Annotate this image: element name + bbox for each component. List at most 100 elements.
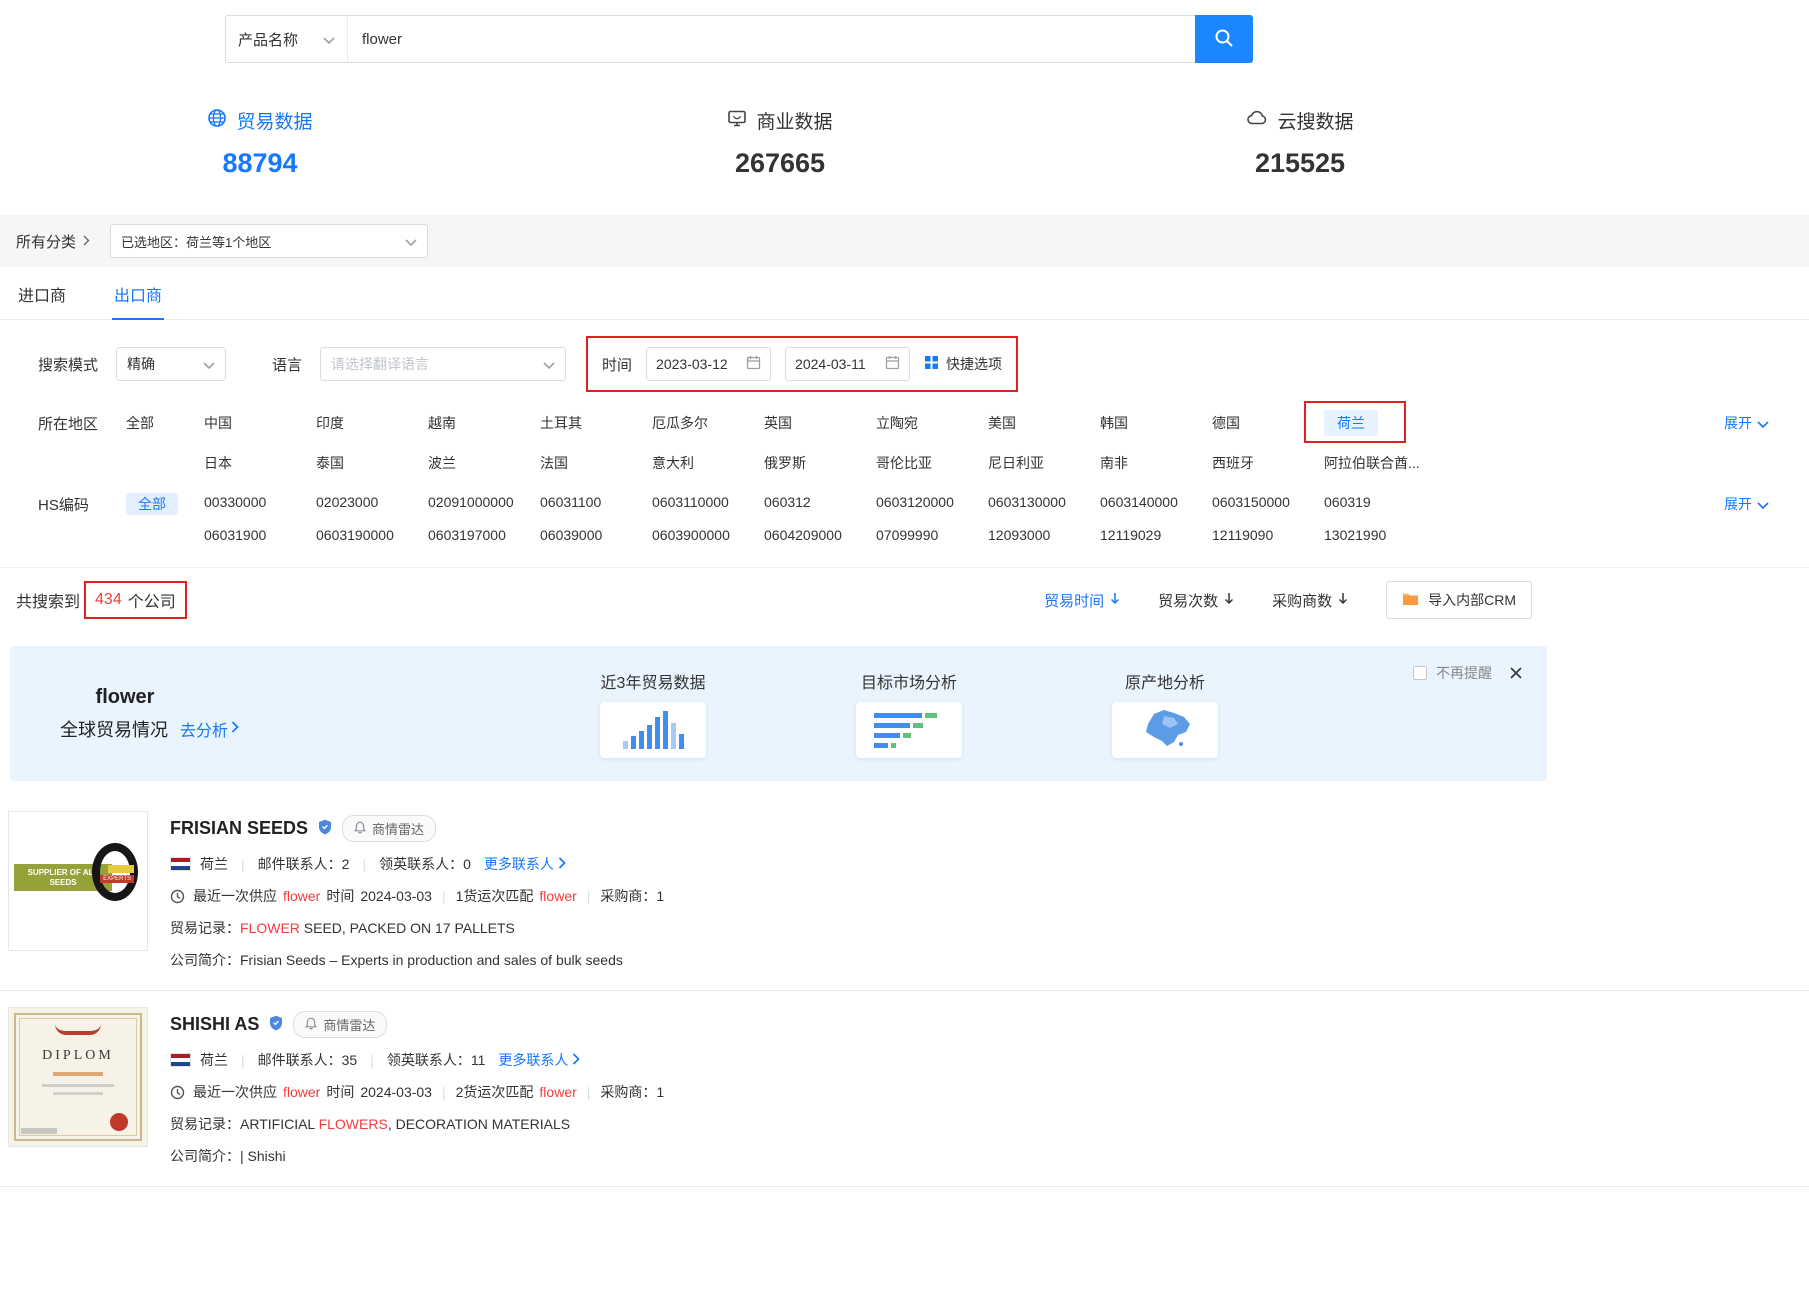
hs-expand-link[interactable]: 展开 [1724, 491, 1769, 514]
close-icon[interactable] [1509, 666, 1523, 680]
sort-buyer-count[interactable]: 采购商数 [1272, 590, 1348, 611]
tab-business-data[interactable]: 商业数据 267665 [520, 107, 1040, 179]
tab-trade-data[interactable]: 贸易数据 88794 [0, 107, 520, 179]
company-name[interactable]: SHISHI AS [170, 1014, 259, 1035]
quick-options-button[interactable]: 快捷选项 [924, 354, 1002, 374]
hs-code-item[interactable]: 0604209000 [764, 524, 876, 543]
more-contacts-link[interactable]: 更多联系人 [484, 854, 566, 874]
region-item[interactable]: 印度 [316, 410, 428, 436]
selected-region-value: 已选地区：荷兰等1个地区 [121, 232, 271, 251]
region-item[interactable]: 南非 [1100, 450, 1212, 473]
hs-code-item[interactable]: 0603120000 [876, 491, 988, 510]
email-contacts: 邮件联系人：35 [258, 1050, 358, 1070]
shipment-text: 2货运次匹配 [456, 1082, 534, 1102]
region-item[interactable]: 泰国 [316, 450, 428, 473]
page: 产品名称 贸易数据 88794 商业数据 267665 [0, 0, 1809, 1298]
date-to-input[interactable]: 2024-03-11 [785, 347, 910, 381]
language-placeholder: 请选择翻译语言 [331, 354, 429, 374]
dismiss-label: 不再提醒 [1436, 663, 1492, 683]
tab-importers[interactable]: 进口商 [16, 267, 68, 319]
region-item[interactable]: 意大利 [652, 450, 764, 473]
region-item[interactable]: 英国 [764, 410, 876, 436]
hs-code-item[interactable]: 0603900000 [652, 524, 764, 543]
chevron-right-icon [83, 233, 90, 250]
hbar-chart-thumbnail[interactable] [856, 702, 962, 758]
supply-prefix: 最近一次供应 [193, 886, 277, 906]
import-crm-button[interactable]: 导入内部CRM [1386, 581, 1532, 619]
linkedin-contacts: 领英联系人：0 [379, 854, 471, 874]
hs-code-item[interactable]: 060312 [764, 491, 876, 510]
hs-code-item[interactable]: 0603150000 [1212, 491, 1324, 510]
selected-region-dropdown[interactable]: 已选地区：荷兰等1个地区 [110, 224, 428, 258]
hs-code-item[interactable]: 12119090 [1212, 524, 1324, 543]
tab-cloud-search-data[interactable]: 云搜数据 215525 [1040, 107, 1560, 179]
bar-chart-thumbnail[interactable] [600, 702, 706, 758]
region-item[interactable]: 尼日利亚 [988, 450, 1100, 473]
hs-all[interactable]: 全部 [126, 491, 204, 514]
company-logo[interactable]: DIPLOM [8, 1007, 148, 1147]
search-mode-select[interactable]: 精确 [116, 347, 226, 381]
hs-code-item[interactable]: 07099990 [876, 524, 988, 543]
region-item[interactable]: 越南 [428, 410, 540, 436]
language-select[interactable]: 请选择翻译语言 [320, 347, 566, 381]
search-button[interactable] [1195, 15, 1253, 63]
region-item[interactable]: 土耳其 [540, 410, 652, 436]
region-item-netherlands[interactable]: 荷兰 [1324, 410, 1436, 436]
hs-code-item[interactable]: 0603197000 [428, 524, 540, 543]
hs-code-item[interactable]: 12093000 [988, 524, 1100, 543]
radar-badge[interactable]: 商情雷达 [293, 1011, 387, 1038]
region-item[interactable]: 美国 [988, 410, 1100, 436]
region-item[interactable]: 波兰 [428, 450, 540, 473]
hs-code-item[interactable]: 0603130000 [988, 491, 1100, 510]
monitor-icon [727, 108, 747, 134]
more-contacts-link[interactable]: 更多联系人 [498, 1050, 580, 1070]
analyze-link[interactable]: 去分析 [180, 717, 239, 741]
region-item[interactable]: 法国 [540, 450, 652, 473]
region-item[interactable]: 日本 [204, 450, 316, 473]
hs-code-item[interactable]: 0603110000 [652, 491, 764, 510]
category-band: 所有分类 已选地区：荷兰等1个地区 [0, 215, 1809, 267]
search-category-select[interactable]: 产品名称 [226, 16, 348, 62]
region-item[interactable]: 阿拉伯联合酋... [1324, 450, 1436, 473]
company-logo[interactable]: SUPPLIER OF ALL SEEDS EXPERTS [8, 811, 148, 951]
company-profile: 公司简介：| Shishi [170, 1146, 1793, 1166]
region-item[interactable]: 韩国 [1100, 410, 1212, 436]
breadcrumb[interactable]: 所有分类 [16, 231, 90, 252]
sort-trade-count[interactable]: 贸易次数 [1158, 590, 1234, 611]
sort-trade-time[interactable]: 贸易时间 [1044, 590, 1120, 611]
clock-icon [170, 889, 185, 904]
separator: | [366, 1052, 378, 1068]
region-item[interactable]: 德国 [1212, 410, 1324, 436]
company-country: 荷兰 [200, 1050, 228, 1070]
region-item[interactable]: 西班牙 [1212, 450, 1324, 473]
tab-exporters[interactable]: 出口商 [112, 267, 164, 320]
region-item[interactable]: 哥伦比亚 [876, 450, 988, 473]
annotation-box-count: 434 个公司 [84, 581, 187, 619]
hs-code-item[interactable]: 02091000000 [428, 491, 540, 510]
hs-code-item[interactable]: 06039000 [540, 524, 652, 543]
company-name[interactable]: FRISIAN SEEDS [170, 818, 308, 839]
date-from-input[interactable]: 2023-03-12 [646, 347, 771, 381]
hs-code-item[interactable]: 12119029 [1100, 524, 1212, 543]
hs-code-item[interactable]: 13021990 [1324, 524, 1436, 543]
dismiss-checkbox[interactable] [1413, 666, 1427, 680]
region-all[interactable]: 全部 [126, 410, 204, 433]
hs-code-item[interactable]: 02023000 [316, 491, 428, 510]
hs-code-item[interactable]: 060319 [1324, 491, 1436, 510]
search-input[interactable] [348, 16, 1195, 62]
hs-code-item[interactable]: 06031900 [204, 524, 316, 543]
radar-badge[interactable]: 商情雷达 [342, 815, 436, 842]
map-thumbnail[interactable] [1112, 702, 1218, 758]
hs-code-item[interactable]: 0603190000 [316, 524, 428, 543]
region-item[interactable]: 俄罗斯 [764, 450, 876, 473]
region-expand-link[interactable]: 展开 [1724, 410, 1769, 433]
importer-exporter-tabs: 进口商 出口商 [0, 267, 1809, 320]
hs-code-item[interactable]: 0603140000 [1100, 491, 1212, 510]
region-item[interactable]: 立陶宛 [876, 410, 988, 436]
hs-code-item[interactable]: 00330000 [204, 491, 316, 510]
region-item[interactable]: 厄瓜多尔 [652, 410, 764, 436]
separator: | [237, 1052, 249, 1068]
hs-code-item[interactable]: 06031100 [540, 491, 652, 510]
region-item[interactable]: 中国 [204, 410, 316, 436]
logo-text-line [42, 1084, 114, 1087]
